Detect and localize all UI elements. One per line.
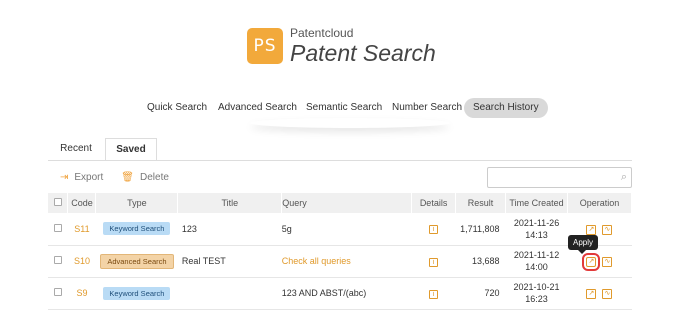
logo-brand: Patentcloud — [290, 26, 354, 40]
row-result: 720 — [455, 277, 506, 310]
select-all-checkbox[interactable] — [53, 198, 62, 206]
col-title: Title — [177, 193, 283, 213]
row-date: 2021-11-26 — [513, 217, 560, 228]
nav-quick-search[interactable]: Quick Search — [147, 98, 207, 118]
row-date: 2021-11-12 — [513, 250, 560, 260]
nav-semantic-search[interactable]: Semantic Search — [306, 98, 382, 118]
logo: PS Patentcloud Patent Search — [247, 27, 436, 65]
table-row: S9 Keyword Search 123 AND ABST/(abc) i 7… — [48, 277, 632, 310]
row-title: 123 — [177, 213, 282, 246]
details-icon[interactable]: i — [429, 289, 439, 299]
check-all-queries-link[interactable]: Check all queries — [281, 245, 412, 278]
row-code[interactable]: S11 — [67, 213, 96, 246]
type-badge: Keyword Search — [103, 222, 171, 236]
export-label: Export — [74, 171, 104, 183]
col-time-created: Time Created — [505, 193, 568, 213]
row-checkbox[interactable] — [53, 223, 62, 232]
logo-mark: PS — [247, 28, 283, 64]
history-table: Code Type Title Query Details Result Tim… — [48, 193, 633, 310]
history-search-input[interactable]: ⌕ — [487, 167, 632, 188]
details-icon[interactable]: i — [429, 225, 439, 235]
trend-icon[interactable]: ∿ — [602, 257, 613, 267]
apply-icon[interactable]: ↗ — [586, 224, 597, 235]
toolbar: ⇥ Export 🗑 Delete — [60, 168, 187, 186]
tab-saved[interactable]: Saved — [105, 138, 157, 161]
row-code[interactable]: S10 — [67, 245, 96, 278]
nav-search-history[interactable]: Search History — [464, 98, 548, 118]
table-row: S10 Advanced Search Real TEST Check all … — [48, 245, 632, 278]
tab-recent[interactable]: Recent — [48, 138, 104, 160]
col-query: Query — [281, 193, 413, 213]
type-badge: Advanced Search — [100, 253, 174, 269]
trend-icon[interactable]: ∿ — [602, 224, 613, 235]
logo-mark-text: PS — [253, 36, 277, 56]
tab-divider — [48, 160, 632, 161]
row-checkbox[interactable] — [53, 256, 62, 264]
col-code: Code — [67, 193, 97, 213]
trash-icon: 🗑 — [121, 171, 134, 183]
table-header: Code Type Title Query Details Result Tim… — [48, 193, 633, 213]
row-query: 123 AND ABST/(abc) — [281, 277, 412, 310]
col-operation: Operation — [567, 193, 633, 213]
col-type: Type — [95, 193, 179, 213]
row-checkbox[interactable] — [53, 288, 62, 296]
row-result: 1,711,808 — [455, 213, 506, 246]
apply-icon[interactable]: ↗ — [586, 289, 597, 299]
apply-icon[interactable]: ↗ — [582, 253, 601, 271]
delete-button[interactable]: 🗑 Delete — [121, 172, 169, 183]
nav-number-search[interactable]: Number Search — [392, 98, 462, 118]
row-title: Real TEST — [177, 245, 282, 278]
row-title — [177, 277, 282, 310]
col-result: Result — [455, 193, 507, 213]
export-button[interactable]: ⇥ Export — [60, 172, 103, 183]
row-time: 14:13 — [525, 229, 548, 240]
logo-title: Patent Search — [290, 40, 436, 66]
export-icon: ⇥ — [60, 171, 69, 183]
trend-icon[interactable]: ∿ — [602, 289, 613, 299]
row-date: 2021-10-21 — [513, 282, 560, 292]
select-all-cell — [48, 193, 69, 213]
nav-shadow — [250, 118, 450, 128]
search-nav: Quick Search Advanced Search Semantic Se… — [0, 98, 688, 118]
type-badge: Keyword Search — [103, 286, 171, 300]
row-result: 13,688 — [455, 245, 506, 278]
col-details: Details — [411, 193, 457, 213]
search-icon: ⌕ — [620, 171, 627, 183]
row-time: 14:00 — [525, 262, 548, 272]
row-time: 16:23 — [525, 294, 548, 304]
nav-advanced-search[interactable]: Advanced Search — [218, 98, 297, 118]
table-row: S11 Keyword Search 123 5g i 1,711,808 20… — [48, 213, 632, 246]
row-query: 5g — [281, 213, 412, 246]
apply-tooltip: Apply — [568, 235, 599, 254]
details-icon[interactable]: i — [429, 257, 439, 267]
row-code[interactable]: S9 — [67, 277, 96, 310]
delete-label: Delete — [140, 171, 169, 183]
